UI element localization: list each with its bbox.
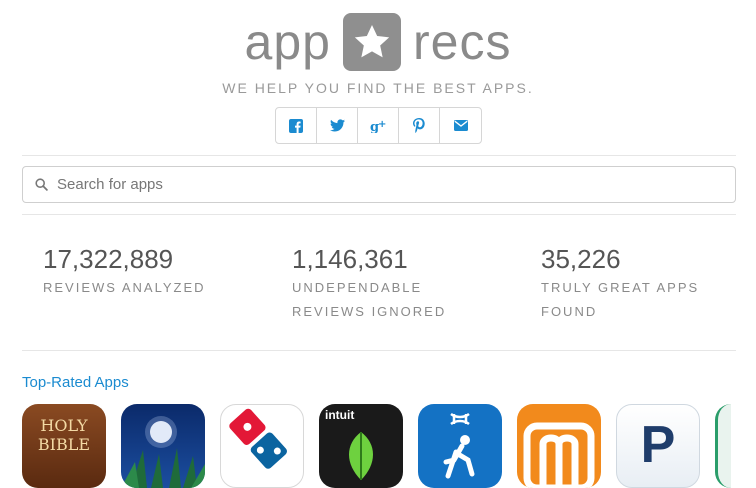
night-moon-app-icon[interactable]	[121, 404, 205, 488]
search-input[interactable]	[55, 175, 699, 194]
dominos-app-icon[interactable]	[220, 404, 304, 488]
facebook-icon	[289, 118, 303, 133]
logo-text-right: recs	[412, 14, 512, 70]
app-icon-text: BIBLE	[37, 435, 91, 454]
facebook-share-button[interactable]	[276, 108, 317, 143]
top-rated-apps-link[interactable]: Top-Rated Apps	[22, 374, 129, 391]
pinterest-share-button[interactable]	[399, 108, 440, 143]
stat-label: FOUND	[541, 304, 598, 319]
next-app-icon-partial[interactable]	[715, 404, 731, 488]
logo-text-left: app	[244, 14, 331, 70]
twitter-share-button[interactable]	[317, 108, 358, 143]
stat-number: 1,146,361	[292, 244, 408, 274]
email-icon	[453, 120, 468, 131]
search-box[interactable]	[22, 166, 736, 203]
orange-m-app-icon[interactable]	[517, 404, 601, 488]
search-icon	[35, 177, 49, 192]
star-icon	[342, 13, 401, 71]
pinterest-icon	[413, 118, 425, 133]
divider	[22, 155, 736, 156]
share-buttons: g +	[275, 107, 482, 144]
divider	[22, 214, 736, 215]
svg-text:+: +	[378, 119, 386, 130]
stat-label: UNDEPENDABLE	[292, 280, 423, 295]
twitter-icon	[329, 119, 345, 132]
stat-reviews-ignored: 1,146,361 UNDEPENDABLE REVIEWS IGNORED	[292, 243, 446, 323]
stat-label: REVIEWS ANALYZED	[43, 280, 206, 295]
under-armour-app-icon[interactable]	[418, 404, 502, 488]
email-share-button[interactable]	[440, 108, 481, 143]
holy-bible-app-icon[interactable]: HOLY BIBLE	[22, 404, 106, 488]
stat-label: REVIEWS IGNORED	[292, 304, 447, 319]
divider	[22, 350, 736, 351]
app-icon-text: HOLY	[40, 416, 88, 435]
pandora-app-icon[interactable]: P	[616, 404, 700, 488]
tagline: WE HELP YOU FIND THE BEST APPS.	[222, 80, 534, 96]
site-logo[interactable]: app recs	[0, 12, 756, 72]
intuit-mint-app-icon[interactable]: intuit	[319, 404, 403, 488]
stat-great-apps: 35,226 TRULY GREAT APPS FOUND	[541, 243, 699, 323]
google-plus-icon: g +	[370, 119, 386, 133]
app-icon-row: HOLY BIBLE intuit P	[22, 404, 731, 488]
stat-label: TRULY GREAT APPS	[541, 280, 700, 295]
stat-number: 35,226	[541, 244, 621, 274]
stat-reviews-analyzed: 17,322,889 REVIEWS ANALYZED	[43, 243, 206, 299]
stat-number: 17,322,889	[43, 244, 174, 274]
google-plus-share-button[interactable]: g +	[358, 108, 399, 143]
app-icon-text: P	[640, 416, 676, 474]
